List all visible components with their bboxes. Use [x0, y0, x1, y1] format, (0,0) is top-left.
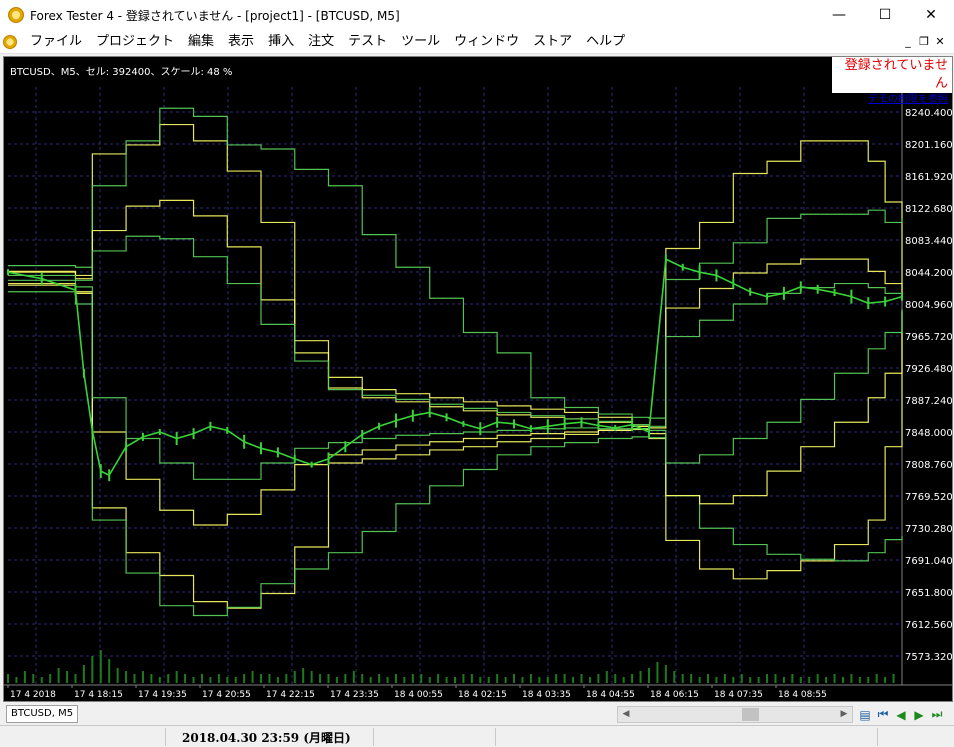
x-tick-label: 17 4 23:35	[330, 690, 379, 700]
y-tick-label: 7808.760	[905, 460, 952, 471]
menu-project[interactable]: プロジェクト	[89, 30, 181, 54]
band-line	[8, 291, 903, 617]
demo-limits-link[interactable]: デモの制限を参照	[832, 93, 948, 107]
y-tick-label: 7730.280	[905, 524, 952, 535]
bar-navigation: ▤ ⏮ ◀ ▶ ⏭	[858, 706, 944, 723]
band-line	[8, 284, 903, 526]
app-icon	[8, 7, 24, 23]
x-tick-label: 18 4 03:35	[522, 690, 571, 700]
x-tick-label: 18 4 04:55	[586, 690, 635, 700]
x-tick-label: 18 4 02:15	[458, 690, 507, 700]
menu-edit[interactable]: 編集	[181, 30, 221, 54]
horizontal-scrollbar[interactable]: ◀ ▶	[617, 706, 853, 723]
first-bar-icon[interactable]: ⏮	[876, 707, 890, 722]
x-tick-label: 17 4 20:55	[202, 690, 251, 700]
menu-window[interactable]: ウィンドウ	[447, 30, 526, 54]
y-tick-label: 8122.680	[905, 204, 952, 215]
y-tick-label: 7965.720	[905, 332, 952, 343]
price-chart[interactable]: 8240.400 8201.160 8161.920 8122.680 8083.440…	[4, 57, 952, 701]
y-tick-label: 8083.440	[905, 236, 952, 247]
menu-view[interactable]: 表示	[221, 30, 261, 54]
status-cell-2	[166, 728, 374, 746]
y-tick-label: 7612.560	[905, 620, 952, 631]
chart-info-label: BTCUSD、M5、セル: 392400、スケール: 48 %	[10, 67, 233, 78]
mdi-restore-button[interactable]: ❐	[916, 35, 932, 48]
chart-window[interactable]: 8240.400 8201.160 8161.920 8122.680 8083.440…	[3, 56, 953, 702]
band-line	[8, 107, 903, 419]
y-tick-label: 7769.520	[905, 492, 952, 503]
y-tick-label: 7848.000	[905, 428, 952, 439]
y-tick-label: 8044.200	[905, 268, 952, 279]
scroll-left-arrow[interactable]: ◀	[618, 707, 634, 722]
x-tick-label: 18 4 07:35	[714, 690, 763, 700]
x-tick-label: 18 4 08:55	[778, 690, 827, 700]
menu-bar: ファイル プロジェクト 編集 表示 挿入 注文 テスト ツール ウィンドウ スト…	[0, 30, 954, 54]
close-button[interactable]: ✕	[908, 0, 954, 30]
chart-tab-btcusd[interactable]: BTCUSD, M5	[6, 705, 79, 723]
mdi-minimize-button[interactable]: _	[900, 35, 916, 48]
y-tick-label: 8161.920	[905, 172, 952, 183]
mdi-close-button[interactable]: ✕	[932, 35, 948, 48]
scroll-right-arrow[interactable]: ▶	[836, 707, 852, 722]
x-tick-label: 17 4 22:15	[266, 690, 315, 700]
y-tick-label: 7573.320	[905, 652, 952, 663]
y-tick-label: 7691.040	[905, 556, 952, 567]
status-cell-1	[0, 728, 166, 746]
menu-order[interactable]: 注文	[301, 30, 341, 54]
status-cell-4	[496, 728, 878, 746]
y-tick-label: 8004.960	[905, 300, 952, 311]
scroll-thumb[interactable]	[742, 708, 759, 721]
x-tick-label: 17 4 18:15	[74, 690, 123, 700]
maximize-button[interactable]: ☐	[862, 0, 908, 30]
y-tick-label: 8201.160	[905, 140, 952, 151]
y-tick-label: 7651.800	[905, 588, 952, 599]
x-tick-label: 18 4 00:55	[394, 690, 443, 700]
window-title: Forex Tester 4 - 登録されていません - [project1] …	[30, 8, 400, 23]
unregistered-notice: 登録されていません デモの制限を参照	[832, 57, 952, 105]
last-bar-icon[interactable]: ⏭	[930, 707, 944, 722]
menu-help[interactable]: ヘルプ	[579, 30, 632, 54]
title-bar: Forex Tester 4 - 登録されていません - [project1] …	[0, 0, 954, 30]
menu-tools[interactable]: ツール	[394, 30, 447, 54]
document-menu-icon[interactable]	[3, 34, 17, 49]
minimize-button[interactable]: —	[816, 0, 862, 30]
next-bar-icon[interactable]: ▶	[912, 708, 926, 722]
band-line	[8, 282, 903, 609]
menu-test[interactable]: テスト	[341, 30, 394, 54]
chart-tab-bar: BTCUSD, M5 ◀ ▶ ▤ ⏮ ◀ ▶ ⏭	[0, 703, 954, 725]
x-tick-label: 18 4 06:15	[650, 690, 699, 700]
y-tick-label: 8240.400	[905, 108, 952, 119]
price-line	[7, 257, 903, 477]
menu-store[interactable]: ストア	[526, 30, 579, 54]
status-cell-3	[374, 728, 496, 746]
menu-file[interactable]: ファイル	[23, 30, 89, 54]
prev-bar-icon[interactable]: ◀	[894, 708, 908, 722]
x-tick-label: 17 4 19:35	[138, 690, 187, 700]
menu-insert[interactable]: 挿入	[261, 30, 301, 54]
y-tick-label: 7926.480	[905, 364, 952, 375]
unregistered-text: 登録されていません	[844, 58, 948, 91]
band-line	[8, 123, 903, 429]
status-bar: 2018.04.30 23:59 (月曜日)	[0, 725, 954, 747]
chart-zoom-icon[interactable]: ▤	[858, 708, 872, 722]
x-tick-label: 17 4 2018	[10, 690, 56, 700]
band-line	[8, 199, 903, 429]
y-tick-label: 7887.240	[905, 396, 952, 407]
